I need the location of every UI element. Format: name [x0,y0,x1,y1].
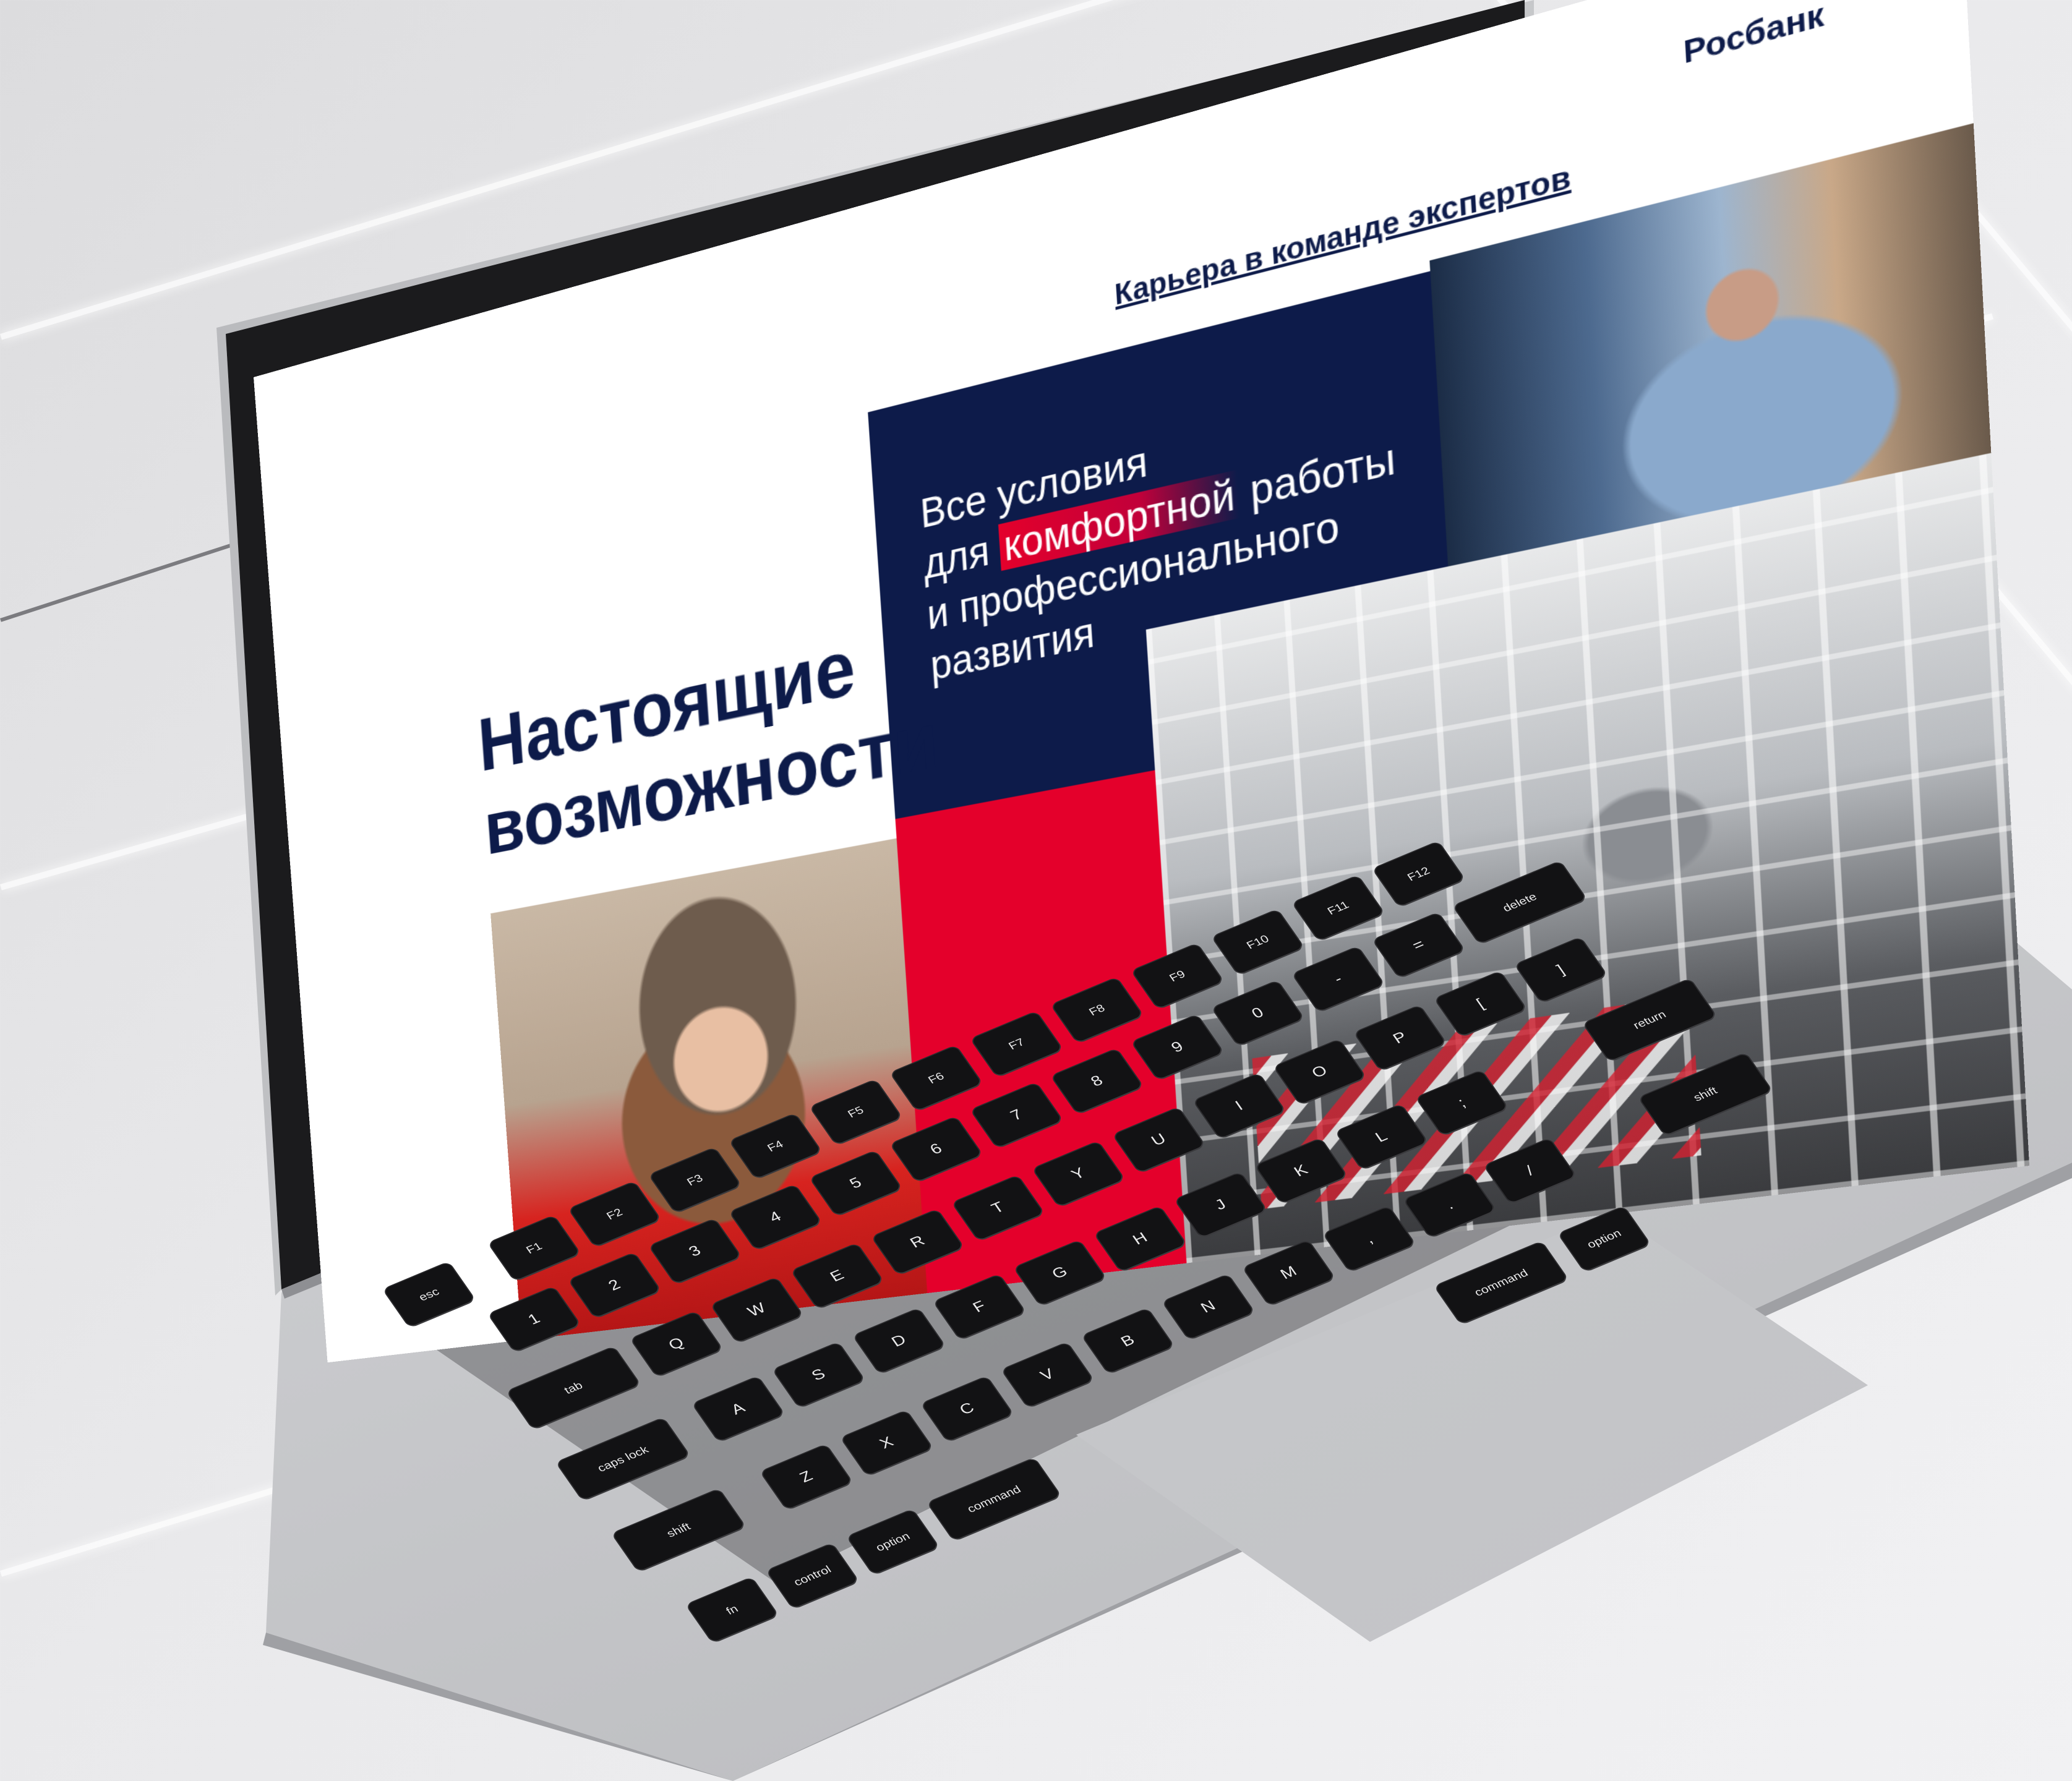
key-f6[interactable]: F6 [891,1046,982,1111]
key-s[interactable]: S [773,1343,865,1407]
key-return[interactable]: return [1583,979,1716,1061]
key-h[interactable]: H [1095,1207,1186,1271]
keyboard: esc F1 F2 F3 F4 F5 F6 F7 F8 F9 F10 F11 F… [0,0,2072,1781]
key-command-right[interactable]: command [1435,1242,1568,1324]
key-j[interactable]: J [1175,1172,1267,1237]
key-shift-right[interactable]: shift [1639,1053,1772,1135]
key-u[interactable]: U [1113,1108,1205,1172]
key-l[interactable]: L [1336,1104,1428,1169]
key-q[interactable]: Q [631,1312,722,1377]
key-f3[interactable]: F3 [649,1148,741,1213]
key-0[interactable]: 0 [1212,981,1304,1046]
key-fn[interactable]: fn [687,1578,778,1642]
key-minus[interactable]: - [1293,947,1384,1012]
key-esc[interactable]: esc [383,1262,475,1327]
key-command-left[interactable]: command [928,1458,1061,1540]
key-f2[interactable]: F2 [569,1182,661,1247]
key-control[interactable]: control [767,1544,858,1608]
key-caps-lock[interactable]: caps lock [557,1418,690,1500]
key-period[interactable]: . [1404,1172,1496,1237]
key-5[interactable]: 5 [810,1151,902,1216]
key-r[interactable]: R [872,1210,964,1275]
key-i[interactable]: I [1194,1074,1285,1138]
key-o[interactable]: O [1274,1040,1366,1104]
key-equals[interactable]: = [1373,913,1465,978]
key-e[interactable]: E [792,1244,883,1309]
key-z[interactable]: Z [761,1445,852,1510]
key-f10[interactable]: F10 [1212,910,1304,975]
key-bracket-right[interactable]: ] [1515,937,1607,1002]
key-6[interactable]: 6 [891,1117,982,1182]
key-semicolon[interactable]: ; [1416,1070,1508,1135]
key-n[interactable]: N [1163,1275,1254,1339]
key-shift-left[interactable]: shift [612,1489,745,1571]
key-d[interactable]: D [854,1309,945,1373]
key-7[interactable]: 7 [971,1083,1063,1148]
key-bracket-left[interactable]: [ [1435,972,1526,1036]
key-c[interactable]: C [922,1377,1013,1441]
key-option-right[interactable]: option [1559,1207,1650,1271]
key-f12[interactable]: F12 [1373,842,1465,907]
key-3[interactable]: 3 [649,1219,741,1284]
key-f9[interactable]: F9 [1132,944,1223,1009]
key-w[interactable]: W [711,1278,803,1343]
key-f8[interactable]: F8 [1051,978,1143,1043]
key-t[interactable]: T [953,1176,1044,1241]
key-g[interactable]: G [1014,1241,1106,1305]
key-p[interactable]: P [1355,1006,1446,1070]
key-slash[interactable]: / [1484,1138,1576,1203]
key-f5[interactable]: F5 [810,1080,902,1145]
key-y[interactable]: Y [1033,1142,1124,1207]
laptop: Росбанк Карьера в команде экспертов Наст… [0,0,2072,1781]
key-f11[interactable]: F11 [1293,876,1384,941]
key-f4[interactable]: F4 [730,1114,821,1179]
key-k[interactable]: K [1256,1138,1347,1203]
key-tab[interactable]: tab [507,1347,640,1429]
key-b[interactable]: B [1082,1309,1174,1373]
key-9[interactable]: 9 [1132,1015,1223,1080]
key-v[interactable]: V [1002,1343,1094,1407]
key-comma[interactable]: , [1324,1207,1415,1271]
key-4[interactable]: 4 [730,1185,821,1250]
key-8[interactable]: 8 [1051,1049,1143,1114]
key-x[interactable]: X [841,1411,933,1476]
key-1[interactable]: 1 [489,1287,580,1352]
key-2[interactable]: 2 [569,1253,661,1318]
key-f1[interactable]: F1 [489,1216,580,1281]
key-f7[interactable]: F7 [971,1012,1063,1077]
key-m[interactable]: M [1243,1241,1335,1305]
key-option-left[interactable]: option [847,1510,939,1574]
key-delete[interactable]: delete [1453,861,1586,944]
key-a[interactable]: A [693,1377,784,1441]
key-f[interactable]: F [934,1275,1025,1339]
